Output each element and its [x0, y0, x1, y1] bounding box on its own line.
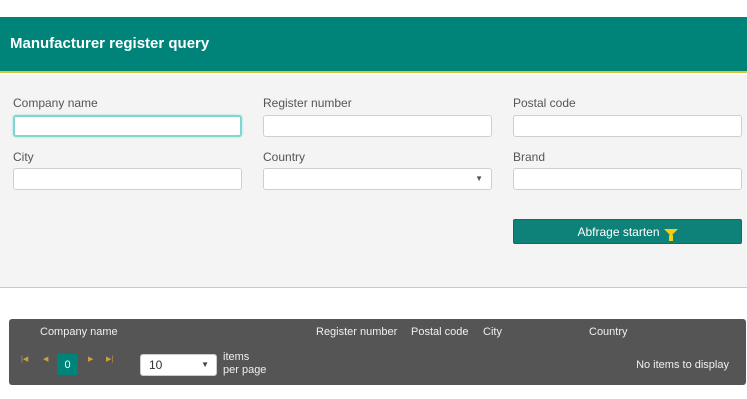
column-header-city[interactable]: City	[483, 326, 502, 338]
start-query-label: Abfrage starten	[577, 224, 660, 239]
query-form: Company name City Register number Countr…	[0, 75, 747, 288]
company-name-label: Company name	[13, 96, 98, 110]
first-page-icon[interactable]: |◀	[21, 355, 28, 363]
page-size-select[interactable]: 10 ▼	[140, 354, 217, 376]
register-number-input[interactable]	[263, 115, 492, 137]
column-header-postal-code[interactable]: Postal code	[411, 326, 468, 338]
register-number-label: Register number	[263, 96, 352, 110]
column-header-country[interactable]: Country	[589, 326, 628, 338]
country-select[interactable]: ▼	[263, 168, 492, 190]
brand-input[interactable]	[513, 168, 742, 190]
city-input[interactable]	[13, 168, 242, 190]
page-size-value: 10	[149, 358, 163, 372]
page-title: Manufacturer register query	[10, 35, 210, 52]
city-label: City	[13, 150, 34, 164]
chevron-down-icon: ▼	[201, 360, 209, 369]
last-page-icon[interactable]: ▶|	[106, 355, 113, 363]
chevron-down-icon: ▼	[475, 174, 483, 183]
filter-icon	[663, 229, 678, 241]
items-per-page-line1: items	[223, 351, 250, 363]
previous-page-icon[interactable]: ◀	[43, 355, 48, 363]
postal-code-input[interactable]	[513, 115, 742, 137]
postal-code-label: Postal code	[513, 96, 576, 110]
app-root: Manufacturer register query Company name…	[0, 0, 747, 399]
results-grid: Company name Register number Postal code…	[9, 319, 746, 385]
items-per-page-line2: per page	[223, 364, 267, 376]
company-name-input[interactable]	[13, 115, 242, 137]
items-per-page-label: items per page	[223, 351, 266, 377]
column-header-register-number[interactable]: Register number	[316, 326, 397, 338]
country-label: Country	[263, 150, 306, 164]
no-items-message: No items to display	[636, 359, 729, 371]
start-query-button[interactable]: Abfrage starten	[513, 219, 742, 244]
brand-label: Brand	[513, 150, 546, 164]
page-header: Manufacturer register query	[0, 17, 747, 73]
column-header-company-name[interactable]: Company name	[40, 326, 118, 338]
next-page-icon[interactable]: ▶	[88, 355, 93, 363]
current-page-button[interactable]: 0	[57, 354, 78, 375]
top-crumb	[0, 0, 2, 14]
